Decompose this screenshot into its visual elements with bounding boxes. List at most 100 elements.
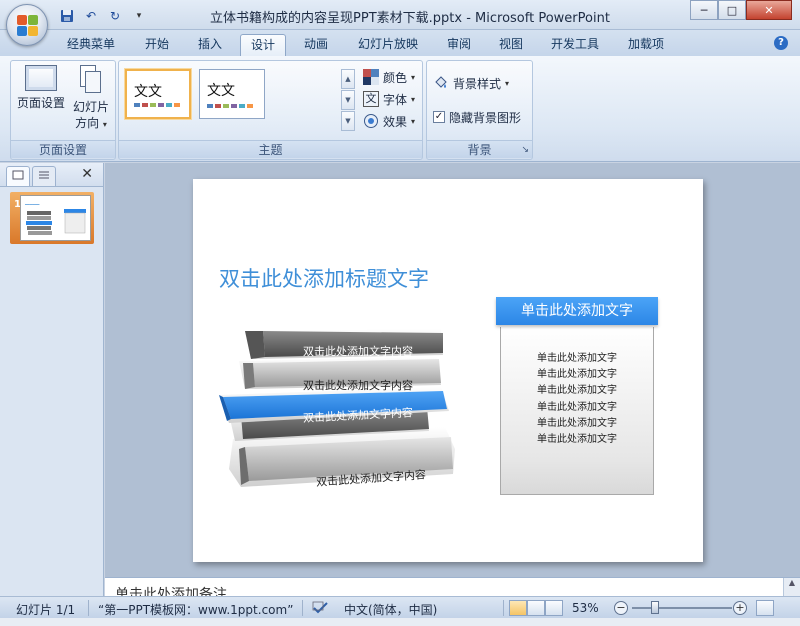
zoom-in-button[interactable]: + [733,601,747,615]
colors-icon [363,69,379,85]
slideshow-view-button[interactable] [545,600,563,616]
redo-button[interactable]: ↻ [106,7,124,25]
notes-placeholder: 单击此处添加备注 [115,587,227,596]
background-group: 背景样式 ▾ ✓ 隐藏背景图形 背景 ↘ [426,60,533,160]
language-indicator[interactable]: 中文(简体，中国) [344,601,437,618]
background-styles-label: 背景样式 [453,76,502,91]
office-button[interactable] [6,4,48,46]
close-button[interactable]: ✕ [746,0,792,20]
close-pane-icon[interactable]: ✕ [81,166,93,182]
notes-pane[interactable]: 单击此处添加备注 ▲ [105,577,800,596]
hide-background-label: 隐藏背景图形 [449,110,522,125]
theme-fonts-button[interactable]: 文 字体 ▾ [363,89,415,109]
text-panel-header[interactable]: 单击此处添加文字 [496,297,658,325]
theme-gallery-scroll: ▲ ▼ ▼ [341,69,355,132]
zoom-slider-thumb[interactable] [651,601,659,614]
tab-outline[interactable] [32,166,56,186]
tab-developer[interactable]: 开发工具 [542,34,608,56]
text-panel-line: 单击此处添加文字 [537,353,617,364]
status-separator [503,600,504,616]
title-bar: ↶ ↻ ▾ 立体书籍构成的内容呈现PPT素材下载.pptx - Microsof… [0,0,800,30]
slide-orientation-label: 幻灯片 [72,100,109,114]
text-panel-line: 单击此处添加文字 [537,434,617,446]
slide-sorter-view-button[interactable] [527,600,545,616]
office-logo-icon [17,15,39,37]
dialog-launcher-icon[interactable]: ↘ [521,141,529,159]
slide-canvas[interactable]: 双击此处添加标题文字 双击此处添加文字内容 双击此处添加文字内容 双击此处添加文… [193,179,703,562]
effects-icon [363,113,379,129]
colors-label: 颜色 [383,70,408,85]
zoom-level[interactable]: 53% [572,601,599,615]
tab-review[interactable]: 审阅 [436,34,482,56]
ribbon: 页面设置 幻灯片 方向 ▾ 页面设置 文文 文文 ▲ ▼ ▼ 颜色 ▾ 文 字体… [0,56,800,162]
background-group-title: 背景 [467,143,492,157]
spell-check-icon[interactable] [312,601,330,618]
theme-colors-button[interactable]: 颜色 ▾ [363,67,415,87]
background-styles-button[interactable]: 背景样式 ▾ [433,73,509,93]
themes-group: 文文 文文 ▲ ▼ ▼ 颜色 ▾ 文 字体 ▾ 效果 ▾ 主题 [118,60,423,160]
zoom-out-button[interactable]: − [614,601,628,615]
window-title: 立体书籍构成的内容呈现PPT素材下载.pptx - Microsoft Powe… [210,11,610,26]
maximize-button[interactable]: □ [718,0,746,20]
page-setup-group: 页面设置 幻灯片 方向 ▾ 页面设置 [10,60,116,160]
text-panel-line: 单击此处添加文字 [537,401,617,413]
book-label-1[interactable]: 双击此处添加文字内容 [293,343,423,359]
chevron-down-icon: ▾ [505,78,510,88]
themes-group-label: 主题 [119,140,422,158]
slides-pane-tabs: ✕ [0,163,103,187]
page-setup-group-label: 页面设置 [11,140,115,158]
tab-slideshow[interactable]: 幻灯片放映 [348,34,428,56]
slide-editing-area: 双击此处添加标题文字 双击此处添加文字内容 双击此处添加文字内容 双击此处添加文… [105,163,800,577]
tab-view[interactable]: 视图 [488,34,534,56]
slide-orientation-button[interactable]: 幻灯片 方向 ▾ [69,65,113,133]
fonts-label: 字体 [383,92,408,107]
tab-slides[interactable] [6,166,30,186]
text-panel-line: 单击此处添加文字 [537,385,617,397]
slide-title-placeholder[interactable]: 双击此处添加标题文字 [219,263,429,293]
hide-background-graphics[interactable]: ✓ 隐藏背景图形 [433,107,521,127]
slide-thumbnail[interactable]: ━━━━━━ [20,195,91,241]
slides-pane: ✕ 1 ━━━━━━ [0,163,104,596]
tab-addins[interactable]: 加载项 [618,34,674,56]
minimize-button[interactable]: ─ [690,0,718,20]
zoom-slider-track[interactable] [632,607,732,609]
normal-view-button[interactable] [509,600,527,616]
gallery-scroll-down[interactable]: ▼ [341,90,355,110]
save-icon[interactable] [58,7,76,25]
hide-background-checkbox[interactable]: ✓ [433,111,445,123]
chevron-down-icon: ▾ [102,120,107,129]
gallery-more-button[interactable]: ▼ [341,111,355,131]
fonts-icon: 文 [363,91,379,107]
gallery-scroll-up[interactable]: ▲ [341,69,355,89]
theme-name: “第一PPT模板网：www.1ppt.com” [98,603,294,617]
tab-home[interactable]: 开始 [134,34,180,56]
window-bottom-edge [0,618,800,626]
tab-classic-menu[interactable]: 经典菜单 [58,34,124,56]
slide-orientation-icon [80,65,102,95]
status-bar: 幻灯片 1/1 “第一PPT模板网：www.1ppt.com” 中文(简体，中国… [0,596,800,618]
undo-button[interactable]: ↶ [82,7,100,25]
theme-gallery-item-office[interactable]: 文文 [125,69,191,119]
paint-bucket-icon [433,75,449,91]
fit-to-window-button[interactable] [756,600,774,616]
tab-design[interactable]: 设计 [240,34,286,56]
theme-color-swatches [207,104,253,108]
book-label-2[interactable]: 双击此处添加文字内容 [293,377,423,393]
slide-orientation-label-2: 方向 ▾ [69,115,113,133]
chevron-down-icon: ▾ [411,116,416,126]
chevron-down-icon: ▾ [411,94,416,104]
help-icon[interactable]: ? [774,36,788,50]
page-setup-button[interactable]: 页面设置 [15,65,67,111]
window-controls: ─ □ ✕ [690,0,792,20]
text-panel-line: 单击此处添加文字 [537,369,617,381]
page-setup-icon [25,65,57,91]
tab-animations[interactable]: 动画 [293,34,339,56]
theme-effects-button[interactable]: 效果 ▾ [363,111,415,131]
theme-gallery-item-2[interactable]: 文文 [199,69,265,119]
customize-qat-button[interactable]: ▾ [130,7,148,25]
notes-scrollbar[interactable]: ▲ [783,578,800,596]
quick-access-toolbar: ↶ ↻ ▾ [58,6,148,26]
svg-text:━━━━━━: ━━━━━━ [24,202,40,207]
tab-insert[interactable]: 插入 [187,34,233,56]
text-panel-body[interactable]: 单击此处添加文字 单击此处添加文字 单击此处添加文字 单击此处添加文字 单击此处… [500,351,654,448]
